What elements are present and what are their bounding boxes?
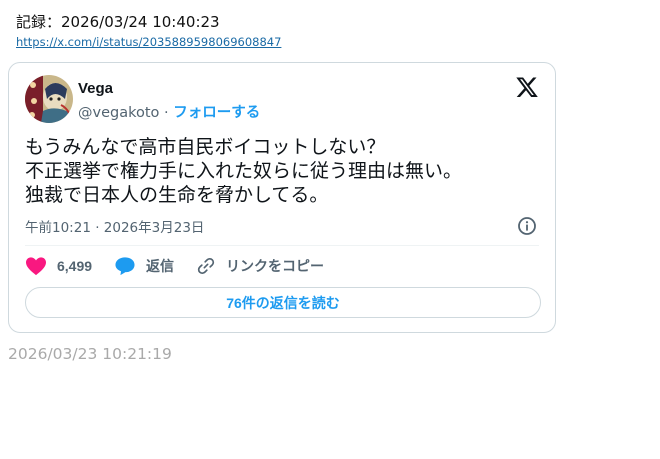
divider [25,245,539,246]
embedded-tweet-card[interactable]: Vega @vegakoto · フォローする もうみんなで高市自民ボイコットし… [8,62,556,333]
action-bar: 6,499 返信 リンクをコピー [25,256,346,276]
tweet-url-link[interactable]: https://x.com/i/status/20358895980696088… [16,35,281,49]
tweet-text: もうみんなで高市自民ボイコットしない？ 不正選挙で権力手に入れた奴らに従う理由は… [25,136,463,206]
link-icon [197,258,215,274]
like-count: 6,499 [57,258,93,274]
reply-button[interactable]: 返信 [114,256,174,276]
handle-row: @vegakoto · フォローする [78,101,260,122]
record-timestamp: 記録：2026/03/24 10:40:23 [16,13,220,31]
reply-bubble-icon [115,257,135,276]
display-name[interactable]: Vega [78,80,113,97]
captured-time: 2026/03/23 10:21:19 [8,345,172,363]
reply-label: 返信 [146,258,175,274]
x-logo-icon[interactable] [515,75,539,99]
read-replies-button[interactable]: 76件の返信を読む [25,287,541,318]
heart-icon [26,257,46,276]
like-button[interactable]: 6,499 [25,256,92,276]
copy-link-label: リンクをコピー [226,258,325,274]
info-icon[interactable] [517,216,537,236]
user-handle[interactable]: @vegakoto [78,105,159,121]
tweet-timestamp[interactable]: 午前10:21 · 2026年3月23日 [25,216,204,236]
avatar[interactable] [25,75,73,123]
copy-link-button[interactable]: リンクをコピー [196,256,324,276]
separator-dot: · [164,105,169,121]
follow-button[interactable]: フォローする [173,105,260,121]
